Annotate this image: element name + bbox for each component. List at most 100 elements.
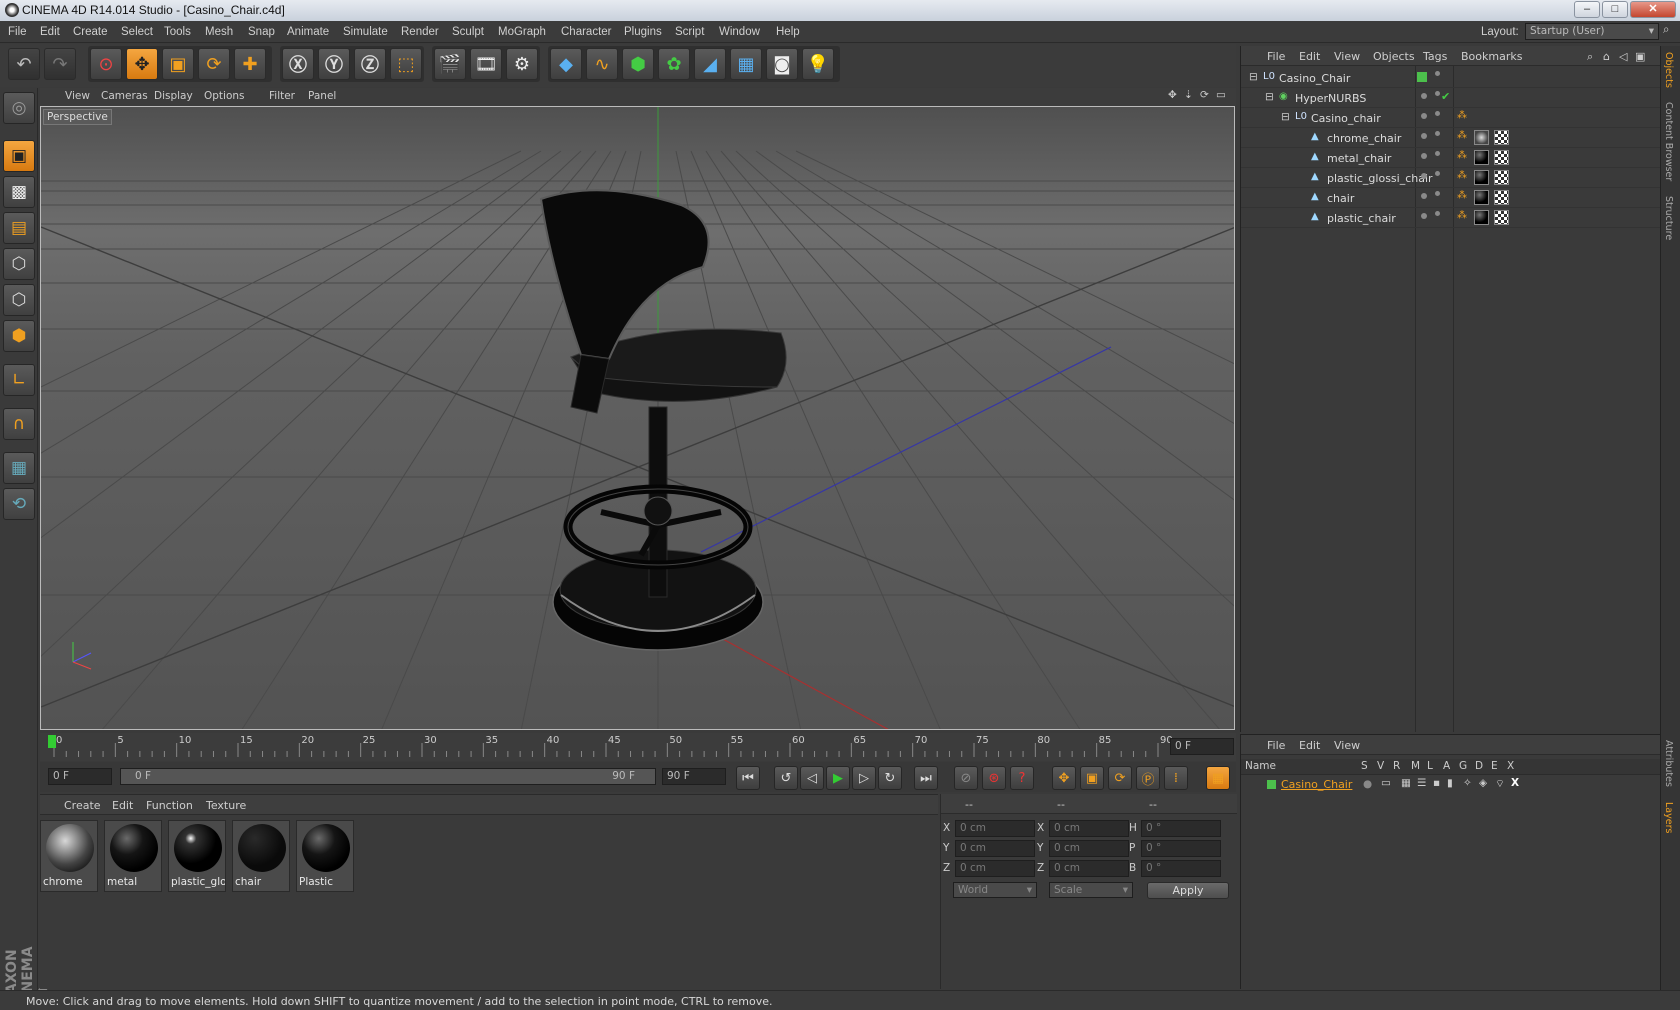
mat-menu-texture[interactable]: Texture — [206, 799, 246, 812]
layer-xref-icon[interactable]: X — [1511, 777, 1519, 789]
layer-column-header[interactable]: E — [1491, 760, 1498, 772]
render-visibility-dot[interactable] — [1435, 211, 1440, 216]
redo-icon[interactable]: ↷ — [44, 48, 76, 80]
obj-menu-file[interactable]: File — [1267, 50, 1285, 63]
add-tool-icon[interactable]: ✚ — [234, 48, 266, 80]
phong-tag-icon[interactable]: ⁂ — [1457, 150, 1467, 161]
coordinate-system-icon[interactable]: ⬚ — [390, 48, 422, 80]
layer-row[interactable]: Casino_Chair ● ▭ ▦ ☰ ▪ ▮ ✧ ◈ ⌔ X — [1241, 777, 1661, 793]
phong-tag-icon[interactable]: ⁂ — [1457, 130, 1467, 141]
y-axis-lock-icon[interactable]: Ⓨ — [318, 48, 350, 80]
maximize-button[interactable]: □ — [1602, 1, 1628, 18]
material-chair[interactable]: chair — [232, 820, 290, 892]
key-position-icon[interactable]: ✥ — [1052, 766, 1076, 790]
tab-attributes[interactable]: Attributes — [1663, 740, 1674, 787]
obj-menu-view[interactable]: View — [1334, 50, 1360, 63]
obj-menu-edit[interactable]: Edit — [1299, 50, 1320, 63]
material-plastic[interactable]: Plastic — [296, 820, 354, 892]
layer-menu-file[interactable]: File — [1267, 739, 1285, 752]
phong-tag-icon[interactable]: ⁂ — [1457, 210, 1467, 221]
object-name[interactable]: chair — [1327, 192, 1354, 205]
layer-color-swatch[interactable] — [1417, 72, 1427, 82]
uvw-tag-icon[interactable] — [1494, 130, 1509, 145]
vp-menu-display[interactable]: Display — [154, 90, 193, 102]
next-key-icon[interactable]: ↻ — [878, 766, 902, 790]
obj-menu-bookmarks[interactable]: Bookmarks — [1461, 50, 1522, 63]
menu-edit[interactable]: Edit — [40, 26, 60, 38]
object-name[interactable]: Casino_Chair — [1279, 72, 1350, 85]
object-name[interactable]: metal_chair — [1327, 152, 1391, 165]
layer-deformer-icon[interactable]: ◈ — [1479, 777, 1487, 789]
coord-value-field[interactable]: 0 ° — [1141, 860, 1221, 877]
object-name[interactable]: plastic_glossi_chair — [1327, 172, 1433, 185]
edges-mode-icon[interactable]: ⬡ — [3, 284, 35, 316]
editor-visibility-dot[interactable] — [1421, 193, 1427, 199]
menu-plugins[interactable]: Plugins — [624, 26, 662, 38]
obj-menu-tags[interactable]: Tags — [1423, 50, 1447, 63]
layer-column-header[interactable]: Name — [1245, 760, 1276, 772]
menu-animate[interactable]: Animate — [287, 26, 329, 38]
object-row[interactable]: ▲ chair ⁂ — [1241, 188, 1661, 208]
snap-magnet-icon[interactable]: ∩ — [3, 408, 35, 440]
render-visibility-dot[interactable] — [1435, 191, 1440, 196]
menu-file[interactable]: File — [8, 26, 27, 38]
coord-mode-select[interactable]: Scale ▾ — [1049, 882, 1133, 898]
layer-column-header[interactable]: V — [1377, 760, 1384, 772]
spline-icon[interactable]: ∿ — [586, 48, 618, 80]
coord-value-field[interactable]: 0 ° — [1141, 820, 1221, 837]
vp-menu-view[interactable]: View — [65, 90, 90, 102]
menu-select[interactable]: Select — [121, 26, 153, 38]
coord-value-field[interactable]: 0 cm — [1049, 820, 1129, 837]
layer-column-header[interactable]: X — [1507, 760, 1514, 772]
material-plastic-glossy[interactable]: plastic_glo — [168, 820, 226, 892]
previous-frame-icon[interactable]: ◁ — [800, 766, 824, 790]
tab-objects[interactable]: Objects — [1663, 52, 1674, 88]
material-metal[interactable]: metal — [104, 820, 162, 892]
layer-column-header[interactable]: L — [1427, 760, 1433, 772]
object-name[interactable]: Casino_chair — [1311, 112, 1381, 125]
playhead-marker[interactable] — [48, 735, 56, 748]
key-point-level-icon[interactable]: ⁞ — [1164, 766, 1188, 790]
object-name[interactable]: plastic_chair — [1327, 212, 1396, 225]
tab-content-browser[interactable]: Content Browser — [1663, 102, 1674, 181]
layer-menu-edit[interactable]: Edit — [1299, 739, 1320, 752]
material-tag-icon[interactable] — [1474, 210, 1489, 225]
menu-mograph[interactable]: MoGraph — [498, 26, 546, 38]
material-tag-icon[interactable] — [1474, 170, 1489, 185]
goto-end-icon[interactable]: ⏭ — [914, 766, 938, 790]
lock-workplane-icon[interactable]: ▦ — [3, 452, 35, 484]
vp-pan-icon[interactable]: ✥ — [1168, 89, 1177, 101]
axis-mode-icon[interactable]: ∟ — [3, 364, 35, 396]
minimize-button[interactable]: – — [1574, 1, 1600, 18]
previous-key-icon[interactable]: ↺ — [774, 766, 798, 790]
render-visibility-dot[interactable] — [1435, 171, 1440, 176]
render-view-icon[interactable]: 🎬 — [434, 48, 466, 80]
material-tag-icon[interactable] — [1474, 190, 1489, 205]
editor-visibility-dot[interactable] — [1421, 93, 1427, 99]
material-tag-icon[interactable] — [1474, 130, 1489, 145]
vp-menu-options[interactable]: Options — [204, 90, 245, 102]
frame-range-slider[interactable]: 0 F 90 F — [120, 768, 656, 785]
coord-space-select[interactable]: World ▾ — [953, 882, 1037, 898]
layer-column-header[interactable]: S — [1361, 760, 1368, 772]
coord-value-field[interactable]: 0 ° — [1141, 840, 1221, 857]
render-picture-viewer-icon[interactable]: 🎞 — [470, 48, 502, 80]
perspective-viewport[interactable]: Perspective — [40, 106, 1235, 730]
undo-icon[interactable]: ↶ — [8, 48, 40, 80]
object-row[interactable]: ⊟ L0 Casino_chair ⁂ — [1241, 108, 1661, 128]
casino-chair-model[interactable] — [539, 189, 787, 651]
vp-menu-filter[interactable]: Filter — [269, 90, 295, 102]
layer-column-header[interactable]: G — [1459, 760, 1467, 772]
object-row[interactable]: ▲ metal_chair ⁂ — [1241, 148, 1661, 168]
phong-tag-icon[interactable]: ⁂ — [1457, 170, 1467, 181]
vp-dolly-icon[interactable]: ⇣ — [1184, 89, 1193, 101]
menu-create[interactable]: Create — [73, 26, 108, 38]
vp-menu-cameras[interactable]: Cameras — [101, 90, 148, 102]
vp-menu-panel[interactable]: Panel — [308, 90, 336, 102]
editor-visibility-dot[interactable] — [1421, 113, 1427, 119]
render-visibility-dot[interactable] — [1435, 71, 1440, 76]
nurbs-icon[interactable]: ⬢ — [622, 48, 654, 80]
workplane-icon[interactable]: ▤ — [3, 212, 35, 244]
tab-layers[interactable]: Layers — [1663, 802, 1674, 833]
mat-menu-create[interactable]: Create — [64, 799, 101, 812]
